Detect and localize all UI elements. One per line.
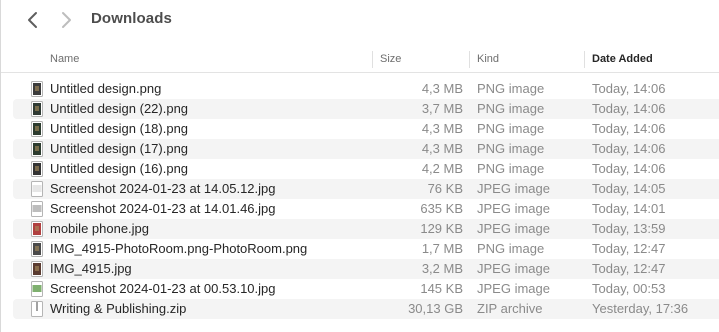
- file-date-added: Today, 14:06: [592, 81, 666, 96]
- file-size: 4,3 MB: [421, 141, 463, 156]
- file-size: 76 KB: [427, 181, 463, 196]
- file-row[interactable]: Untitled design (18).png 4,3 MB PNG image T…: [13, 119, 719, 139]
- file-size: 635 KB: [420, 201, 463, 216]
- file-row[interactable]: Writing & Publishing.zip 30,13 GB ZIP arch…: [13, 299, 719, 319]
- column-header-name[interactable]: Name: [50, 46, 79, 73]
- file-date-added: Today, 14:06: [592, 161, 666, 176]
- column-header-date-added[interactable]: Date Added: [592, 46, 653, 73]
- screenshot-thumbnail-icon: [30, 281, 44, 297]
- chevron-right-icon: [62, 12, 71, 28]
- image-thumbnail-icon: [30, 161, 44, 177]
- image-thumbnail-icon: [30, 101, 44, 117]
- file-row[interactable]: Untitled design (16).png 4,2 MB PNG image T…: [13, 159, 719, 179]
- file-kind: JPEG image: [477, 261, 550, 276]
- file-row[interactable]: Untitled design.png 4,3 MB PNG image Today,…: [13, 79, 719, 99]
- file-date-added: Yesterday, 17:36: [592, 301, 689, 316]
- file-name: Untitled design (22).png: [50, 101, 189, 116]
- file-date-added: Today, 14:06: [592, 141, 666, 156]
- file-kind: PNG image: [477, 81, 545, 96]
- file-kind: JPEG image: [477, 281, 550, 296]
- file-row[interactable]: Screenshot 2024-01-23 at 14.05.12.jpg 76 …: [13, 179, 719, 199]
- file-kind: JPEG image: [477, 181, 550, 196]
- file-row[interactable]: Screenshot 2024-01-23 at 00.53.10.jpg 145…: [13, 279, 719, 299]
- file-date-added: Today, 14:01: [592, 201, 666, 216]
- file-size: 4,2 MB: [421, 161, 463, 176]
- toolbar: Downloads: [1, 0, 719, 40]
- column-divider[interactable]: [584, 51, 585, 68]
- file-name: IMG_4915.jpg: [50, 261, 132, 276]
- file-name: Writing & Publishing.zip: [50, 301, 187, 316]
- screenshot-thumbnail-icon: [30, 201, 44, 217]
- file-kind: ZIP archive: [477, 301, 543, 316]
- file-date-added: Today, 12:47: [592, 241, 666, 256]
- image-thumbnail-icon: [30, 241, 44, 257]
- finder-window: Downloads Name Size Kind Date Added Unti…: [0, 0, 719, 332]
- file-row[interactable]: mobile phone.jpg 129 KB JPEG image Today, 1…: [13, 219, 719, 239]
- column-divider[interactable]: [469, 51, 470, 68]
- file-size: 1,7 MB: [421, 241, 463, 256]
- file-row[interactable]: IMG_4915.jpg 3,2 MB JPEG image Today, 12:47: [13, 259, 719, 279]
- file-kind: JPEG image: [477, 201, 550, 216]
- image-thumbnail-icon: [30, 81, 44, 97]
- image-thumbnail-icon: [30, 261, 44, 277]
- file-name: Untitled design (18).png: [50, 121, 189, 136]
- file-kind: PNG image: [477, 161, 545, 176]
- file-date-added: Today, 13:59: [592, 221, 666, 236]
- file-size: 145 KB: [420, 281, 463, 296]
- forward-button[interactable]: [55, 8, 79, 32]
- column-divider[interactable]: [372, 51, 373, 68]
- image-thumbnail-icon: [30, 221, 44, 237]
- file-date-added: Today, 00:53: [592, 281, 666, 296]
- column-header-kind[interactable]: Kind: [477, 46, 499, 73]
- file-row[interactable]: Screenshot 2024-01-23 at 14.01.46.jpg 635…: [13, 199, 719, 219]
- column-header-row: Name Size Kind Date Added: [1, 46, 719, 73]
- chevron-left-icon: [28, 12, 37, 28]
- file-size: 4,3 MB: [421, 81, 463, 96]
- file-kind: JPEG image: [477, 221, 550, 236]
- file-row[interactable]: Untitled design (17).png 4,3 MB PNG image T…: [13, 139, 719, 159]
- file-name: Screenshot 2024-01-23 at 14.05.12.jpg: [50, 181, 276, 196]
- file-list: Untitled design.png 4,3 MB PNG image Today,…: [13, 79, 719, 319]
- window-title: Downloads: [91, 10, 172, 27]
- file-size: 3,2 MB: [421, 261, 463, 276]
- file-date-added: Today, 12:47: [592, 261, 666, 276]
- file-kind: PNG image: [477, 241, 545, 256]
- back-button[interactable]: [20, 8, 44, 32]
- image-thumbnail-icon: [30, 121, 44, 137]
- file-row[interactable]: IMG_4915-PhotoRoom.png-PhotoRoom.png 1,7 …: [13, 239, 719, 259]
- column-header-size[interactable]: Size: [380, 46, 401, 73]
- file-name: Untitled design.png: [50, 81, 162, 96]
- file-row[interactable]: Untitled design (22).png 3,7 MB PNG image T…: [13, 99, 719, 119]
- file-size: 4,3 MB: [421, 121, 463, 136]
- file-size: 129 KB: [420, 221, 463, 236]
- file-name: IMG_4915-PhotoRoom.png-PhotoRoom.png: [50, 241, 308, 256]
- file-name: Screenshot 2024-01-23 at 00.53.10.jpg: [50, 281, 276, 296]
- file-name: mobile phone.jpg: [50, 221, 150, 236]
- file-size: 30,13 GB: [408, 301, 463, 316]
- file-name: Screenshot 2024-01-23 at 14.01.46.jpg: [50, 201, 276, 216]
- file-kind: PNG image: [477, 141, 545, 156]
- file-size: 3,7 MB: [421, 101, 463, 116]
- screenshot-thumbnail-icon: [30, 181, 44, 197]
- image-thumbnail-icon: [30, 141, 44, 157]
- file-name: Untitled design (16).png: [50, 161, 189, 176]
- file-kind: PNG image: [477, 121, 545, 136]
- file-name: Untitled design (17).png: [50, 141, 189, 156]
- file-kind: PNG image: [477, 101, 545, 116]
- file-date-added: Today, 14:05: [592, 181, 666, 196]
- zip-archive-icon: [30, 301, 44, 317]
- file-date-added: Today, 14:06: [592, 101, 666, 116]
- file-date-added: Today, 14:06: [592, 121, 666, 136]
